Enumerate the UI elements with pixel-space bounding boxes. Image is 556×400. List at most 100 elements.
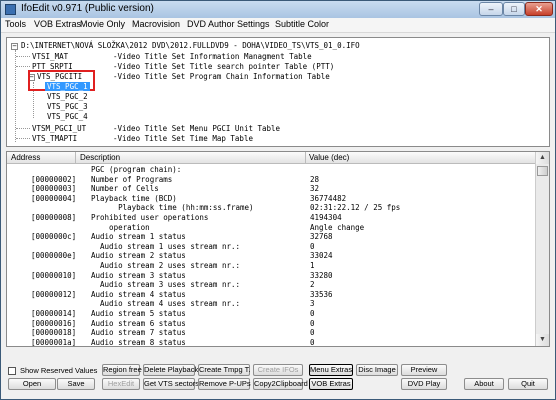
quit-button[interactable]: Quit (508, 378, 548, 390)
scrollbar-thumb[interactable] (537, 166, 548, 176)
menu-movie-only[interactable]: Movie Only (80, 19, 125, 29)
table-header: Address Description Value (dec) (7, 152, 537, 164)
dvd-play-button[interactable]: DVD Play (401, 378, 447, 390)
table-row[interactable]: [00000008] Prohibited user operations 4194… (7, 213, 537, 222)
cell-value: 32768 (310, 232, 333, 242)
menu-bar: Tools VOB Extras Movie Only Macrovision … (1, 18, 555, 33)
cell-description: PGC (program chain): (91, 165, 182, 174)
column-header-description[interactable]: Description (80, 153, 120, 162)
tree-item-vts-pgc-4[interactable]: VTS_PGC_4 (47, 112, 88, 121)
copy2clipboard-button[interactable]: Copy2Clipboard (253, 378, 308, 390)
column-separator[interactable] (305, 152, 306, 163)
cell-description: Audio stream 3 status (91, 270, 186, 280)
menu-settings[interactable]: Settings (237, 19, 270, 29)
table-row[interactable]: [00000003] Number of Cells 32 (7, 184, 537, 193)
cell-description: operation (91, 222, 150, 232)
tree-item-vtsi-mat-desc: -Video Title Set Information Managment T… (113, 52, 312, 61)
menu-vob-extras[interactable]: VOB Extras (34, 19, 81, 29)
tree-item-vtsm-pgci-ut-desc: -Video Title Set Menu PGCI Unit Table (113, 124, 281, 133)
title-bar: IfoEdit v0.971 (Public version) – □ ✕ (1, 1, 555, 18)
cell-description: Prohibited user operations (91, 213, 209, 222)
cell-value: 4194304 (310, 213, 342, 222)
table-row[interactable]: operation Angle change (7, 223, 537, 232)
table-row[interactable]: [00000016] Audio stream 6 status 0 (7, 319, 537, 328)
tree-item-vtsm-pgci-ut[interactable]: VTSM_PGCI_UT (32, 124, 86, 133)
tree-item-vts-pgc-3[interactable]: VTS_PGC_3 (47, 102, 88, 111)
table-row[interactable]: PGC (program chain): (7, 165, 537, 174)
delete-playback-button[interactable]: Delete Playback (143, 364, 198, 376)
cell-address: [0000000e] (31, 251, 77, 261)
table-row[interactable]: Audio stream 1 uses stream nr.: 0 (7, 242, 537, 251)
cell-description: Audio stream 6 status (91, 318, 186, 328)
cell-address: [00000014] (31, 309, 77, 318)
table-row[interactable]: [00000014] Audio stream 5 status 0 (7, 309, 537, 318)
cell-value: 3 (310, 299, 315, 309)
hexedit-button[interactable]: HexEdit (102, 378, 140, 390)
cell-address: [00000004] (31, 193, 77, 203)
create-ifos-button[interactable]: Create IFOs (253, 364, 303, 376)
open-button[interactable]: Open (8, 378, 56, 390)
tree-root-path[interactable]: D:\INTERNET\NOVÁ SLOŽKA\2012 DVD\2012.FU… (21, 41, 360, 50)
ifo-tree-view[interactable]: − D:\INTERNET\NOVÁ SLOŽKA\2012 DVD\2012.… (6, 37, 550, 147)
column-separator[interactable] (75, 152, 76, 163)
table-row[interactable]: Playback time (hh:mm:ss.frame) 02:31:22.1… (7, 203, 537, 212)
details-table[interactable]: Address Description Value (dec) PGC (pro… (6, 151, 550, 347)
menu-dvd-author[interactable]: DVD Author (187, 19, 235, 29)
app-icon (5, 4, 16, 15)
tree-item-vts-pgc-2[interactable]: VTS_PGC_2 (47, 92, 88, 101)
checkbox-box[interactable] (8, 367, 16, 375)
save-button[interactable]: Save (57, 378, 95, 390)
cell-value: 33280 (310, 270, 333, 280)
scroll-down-arrow-icon[interactable]: ▼ (536, 334, 549, 346)
vob-extras-button[interactable]: VOB Extras (309, 378, 353, 390)
collapse-toggle-root[interactable]: − (11, 43, 18, 50)
tree-guide-line (16, 56, 30, 57)
menu-tools[interactable]: Tools (5, 19, 26, 29)
table-row[interactable]: Audio stream 3 uses stream nr.: 2 (7, 280, 537, 289)
tree-item-vtsi-mat[interactable]: VTSI_MAT (32, 52, 68, 61)
table-row[interactable]: Audio stream 2 uses stream nr.: 1 (7, 261, 537, 270)
table-row[interactable]: [00000012] Audio stream 4 status 33536 (7, 290, 537, 299)
column-header-value[interactable]: Value (dec) (309, 153, 349, 162)
table-row[interactable]: [00000004] Playback time (BCD) 36774482 (7, 194, 537, 203)
minimize-button[interactable]: – (479, 2, 503, 16)
table-row[interactable]: [0000001a] Audio stream 8 status 0 (7, 337, 537, 347)
cell-value: 36774482 (310, 193, 347, 203)
create-tmpg-button[interactable]: Create Tmpg T. (198, 364, 250, 376)
tree-item-vts-pgc-1[interactable]: VTS_PGC_1 (45, 82, 90, 91)
table-row[interactable]: [00000018] Audio stream 7 status 0 (7, 328, 537, 337)
region-free-button[interactable]: Region free (102, 364, 142, 376)
column-header-address[interactable]: Address (11, 153, 40, 162)
cell-value: 0 (310, 337, 315, 347)
table-row[interactable]: [0000000e] Audio stream 2 status 33024 (7, 251, 537, 260)
cell-value: 33536 (310, 289, 333, 299)
menu-macrovision[interactable]: Macrovision (132, 19, 180, 29)
table-row[interactable]: [00000002] Number of Programs 28 (7, 175, 537, 184)
close-button[interactable]: ✕ (525, 2, 553, 16)
table-row[interactable]: [0000000c] Audio stream 1 status 32768 (7, 232, 537, 241)
cell-description: Audio stream 2 status (91, 251, 186, 261)
table-row[interactable]: Audio stream 4 uses stream nr.: 3 (7, 299, 537, 308)
table-row[interactable]: [00000010] Audio stream 3 status 33280 (7, 271, 537, 280)
tree-item-vts-pgciti-desc: -Video Title Set Program Chain Informati… (113, 72, 330, 81)
cell-value: 0 (310, 309, 315, 318)
about-button[interactable]: About (464, 378, 504, 390)
get-vts-sectors-button[interactable]: Get VTS sectors (143, 378, 199, 390)
menu-subtitle-color[interactable]: Subtitle Color (275, 19, 329, 29)
disc-image-button[interactable]: Disc Image (356, 364, 398, 376)
cell-value: 2 (310, 280, 315, 290)
cell-description: Audio stream 4 uses stream nr.: (91, 299, 241, 309)
menu-extras-button[interactable]: Menu Extras (309, 364, 353, 376)
cell-value: 1 (310, 261, 315, 270)
cell-address: [00000002] (31, 174, 77, 184)
maximize-button[interactable]: □ (503, 2, 525, 16)
remove-pups-button[interactable]: Remove P-UPs (198, 378, 251, 390)
cell-description: Number of Programs (91, 174, 173, 184)
tree-item-vts-tmapti[interactable]: VTS_TMAPTI (32, 134, 77, 143)
window-title: IfoEdit v0.971 (Public version) (21, 3, 154, 14)
vertical-scrollbar[interactable]: ▲ ▼ (535, 152, 549, 346)
preview-button[interactable]: Preview (401, 364, 447, 376)
scroll-up-arrow-icon[interactable]: ▲ (536, 152, 549, 164)
tree-guide-line (16, 138, 30, 139)
cell-value: 32 (310, 184, 320, 194)
